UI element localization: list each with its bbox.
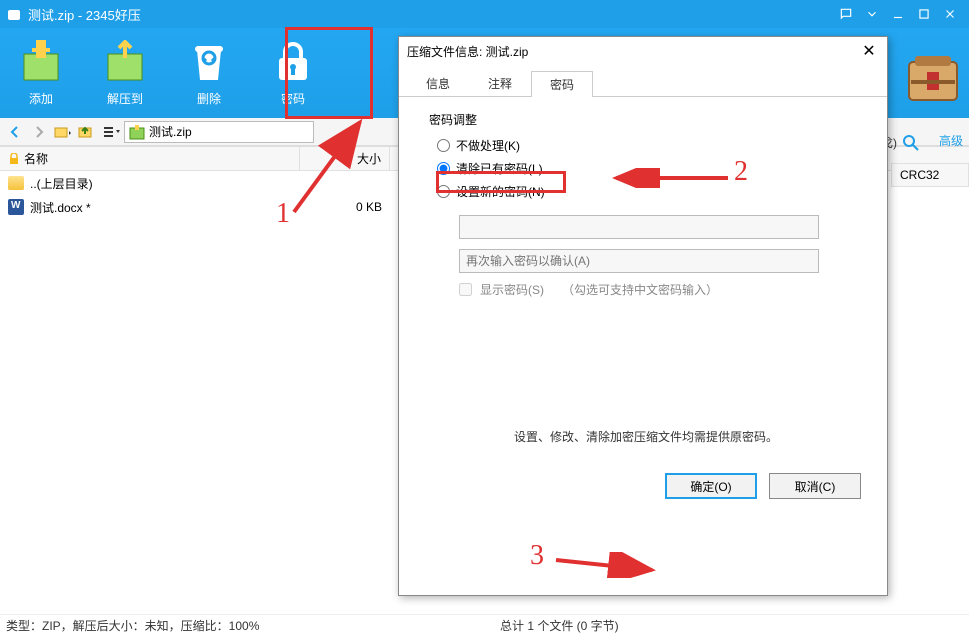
password-confirm-input[interactable] bbox=[459, 249, 819, 273]
annotation-number-3: 3 bbox=[530, 540, 544, 572]
column-name[interactable]: 名称 bbox=[0, 147, 300, 170]
dialog-file-info: 压缩文件信息: 测试.zip ✕ 信息 注释 密码 密码调整 不做处理(K) 清… bbox=[398, 36, 888, 596]
extract-button[interactable]: 解压到 bbox=[84, 32, 166, 114]
list-view-dropdown[interactable] bbox=[100, 121, 122, 143]
extract-box-icon bbox=[101, 40, 149, 84]
trash-icon bbox=[185, 40, 233, 84]
password-input[interactable] bbox=[459, 215, 819, 239]
tab-password[interactable]: 密码 bbox=[531, 71, 593, 97]
cancel-button[interactable]: 取消(C) bbox=[769, 473, 861, 499]
show-password-hint: （勾选可支持中文密码输入） bbox=[562, 281, 718, 298]
column-size[interactable]: 大小 bbox=[300, 147, 390, 170]
folder-icon bbox=[8, 176, 24, 190]
dialog-tabs: 信息 注释 密码 bbox=[399, 71, 887, 97]
archive-large-icon bbox=[903, 46, 963, 106]
annotation-highlight-1 bbox=[285, 27, 373, 119]
close-icon[interactable] bbox=[937, 1, 963, 27]
add-button[interactable]: 添加 bbox=[0, 32, 82, 114]
status-bar: 类型：ZIP，解压后大小：未知，压缩比：100% 总计 1 个文件 (0 字节) bbox=[0, 614, 969, 636]
extract-label: 解压到 bbox=[107, 90, 143, 107]
ok-button[interactable]: 确定(O) bbox=[665, 473, 757, 499]
status-right: 总计 1 个文件 (0 字节) bbox=[500, 617, 619, 634]
dialog-titlebar: 压缩文件信息: 测试.zip ✕ bbox=[399, 37, 887, 65]
dropdown-icon[interactable] bbox=[859, 1, 885, 27]
add-box-icon bbox=[17, 40, 65, 84]
chat-icon[interactable] bbox=[833, 1, 859, 27]
forward-button[interactable] bbox=[28, 121, 50, 143]
add-label: 添加 bbox=[29, 90, 53, 107]
annotation-highlight-2 bbox=[436, 171, 566, 193]
dialog-title: 压缩文件信息: 测试.zip bbox=[407, 43, 528, 60]
dialog-note: 设置、修改、清除加密压缩文件均需提供原密码。 bbox=[425, 428, 867, 445]
delete-button[interactable]: 删除 bbox=[168, 32, 250, 114]
lock-small-icon bbox=[8, 153, 20, 165]
search-icon[interactable] bbox=[903, 135, 919, 151]
annotation-number-2: 2 bbox=[734, 156, 748, 188]
advanced-link[interactable]: 高级 bbox=[939, 132, 963, 149]
archive-icon bbox=[129, 124, 145, 140]
folder-dropdown[interactable] bbox=[52, 121, 74, 143]
dialog-close-button[interactable]: ✕ bbox=[859, 41, 879, 61]
up-button[interactable] bbox=[76, 121, 98, 143]
minimize-icon[interactable] bbox=[885, 1, 911, 27]
column-crc[interactable]: CRC32 bbox=[891, 163, 969, 187]
path-text: 测试.zip bbox=[149, 123, 192, 140]
window-title: 测试.zip - 2345好压 bbox=[28, 5, 141, 24]
docx-icon bbox=[8, 199, 24, 215]
group-label: 密码调整 bbox=[429, 111, 867, 128]
titlebar: 测试.zip - 2345好压 bbox=[0, 0, 969, 28]
tab-comment[interactable]: 注释 bbox=[469, 70, 531, 96]
app-icon bbox=[6, 6, 22, 22]
show-password-label: 显示密码(S) bbox=[480, 281, 544, 298]
status-left: 类型：ZIP，解压后大小：未知，压缩比：100% bbox=[6, 617, 259, 634]
path-input[interactable]: 测试.zip bbox=[124, 121, 314, 143]
annotation-number-1: 1 bbox=[276, 198, 290, 230]
tab-info[interactable]: 信息 bbox=[407, 70, 469, 96]
maximize-icon[interactable] bbox=[911, 1, 937, 27]
back-button[interactable] bbox=[4, 121, 26, 143]
delete-label: 删除 bbox=[197, 90, 221, 107]
radio-none[interactable]: 不做处理(K) bbox=[431, 134, 867, 157]
show-password-checkbox[interactable] bbox=[459, 283, 472, 296]
